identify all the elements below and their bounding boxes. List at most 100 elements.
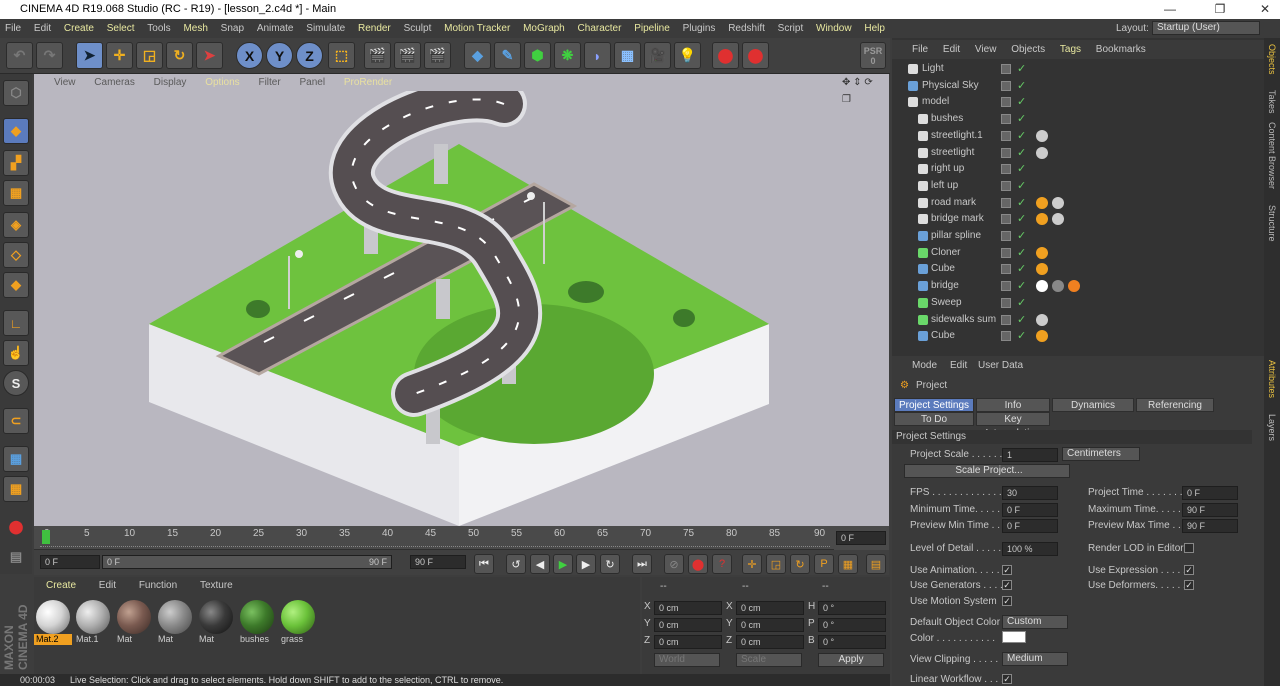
redshift-ipr-icon[interactable]: ⬤ (742, 42, 769, 69)
visibility-toggle[interactable] (1001, 64, 1011, 74)
preview-min-field[interactable]: 0 F (1002, 519, 1058, 533)
menu-edit[interactable]: Edit (34, 23, 51, 34)
recent-tool-icon[interactable]: ➤ (196, 42, 223, 69)
vp-menu-prorender[interactable]: ProRender (344, 77, 392, 88)
object-row[interactable]: bridge mark ✓ (896, 211, 1251, 227)
object-name[interactable]: bridge mark (931, 211, 984, 227)
object-name[interactable]: bridge (931, 278, 959, 294)
visibility-toggle[interactable] (1001, 80, 1011, 91)
menu-select[interactable]: Select (107, 23, 135, 34)
enable-check-icon[interactable]: ✓ (1017, 195, 1026, 211)
visibility-toggle[interactable] (1001, 247, 1011, 258)
object-name[interactable]: bushes (931, 111, 963, 127)
tab-project-settings[interactable]: Project Settings (894, 398, 974, 412)
size-z-field[interactable]: 0 cm (736, 635, 804, 649)
enable-check-icon[interactable]: ✓ (1017, 261, 1026, 277)
key-pla-icon[interactable]: ▦ (838, 554, 858, 574)
object-row[interactable]: Cube ✓ (896, 261, 1251, 277)
menu-window[interactable]: Window (816, 23, 852, 34)
material-swatch[interactable]: Mat (156, 598, 194, 646)
edges-mode-icon[interactable]: ◇ (3, 242, 29, 268)
project-scale-field[interactable]: 1 (1002, 448, 1058, 462)
obj-menu-view[interactable]: View (975, 44, 997, 55)
use-expression-checkbox[interactable]: ✓ (1184, 565, 1194, 575)
obj-menu-tags[interactable]: Tags (1060, 44, 1081, 55)
side-tab-structure[interactable]: Structure (1267, 205, 1277, 242)
menu-sculpt[interactable]: Sculpt (404, 23, 432, 34)
close-icon[interactable]: ✕ (1250, 0, 1280, 19)
tab-referencing[interactable]: Referencing (1136, 398, 1214, 412)
object-name[interactable]: road mark (931, 195, 976, 211)
object-tag-icon[interactable] (1036, 246, 1048, 259)
mat-menu-create[interactable]: Create (46, 580, 76, 591)
enable-check-icon[interactable]: ✓ (1017, 245, 1026, 261)
tweak-icon[interactable]: ☝ (3, 340, 29, 366)
visibility-toggle[interactable] (1001, 314, 1011, 325)
visibility-toggle[interactable] (1001, 297, 1011, 308)
z-axis-icon[interactable]: Z (296, 42, 323, 69)
object-name[interactable]: sidewalks sum (931, 312, 996, 328)
object-row[interactable]: left up ✓ (896, 178, 1251, 194)
render-picture-viewer-icon[interactable]: 🎬 (394, 42, 421, 69)
object-tag-icon[interactable] (1036, 213, 1048, 226)
visibility-toggle[interactable] (1001, 97, 1011, 108)
undo-icon[interactable]: ↶ (6, 42, 33, 69)
next-key-icon[interactable]: ↻ (600, 554, 620, 574)
light-icon[interactable]: 💡 (674, 42, 701, 69)
deformer-icon[interactable]: ◗ (584, 42, 611, 69)
side-tab-objects[interactable]: Objects (1267, 44, 1277, 75)
menu-motion-tracker[interactable]: Motion Tracker (444, 23, 510, 34)
timeline-ruler[interactable]: 0 5 10 15 20 25 30 35 40 45 50 55 60 65 … (34, 526, 834, 550)
use-deformers-checkbox[interactable]: ✓ (1184, 580, 1194, 590)
goto-end-icon[interactable]: ⏭ (632, 554, 652, 574)
menu-pipeline[interactable]: Pipeline (634, 23, 670, 34)
enable-check-icon[interactable]: ✓ (1017, 178, 1026, 194)
visibility-toggle[interactable] (1001, 264, 1011, 275)
enable-check-icon[interactable]: ✓ (1017, 228, 1026, 244)
lock-workplane-icon[interactable]: ▦ (3, 446, 29, 472)
object-tag-icon[interactable] (1036, 196, 1048, 209)
size-mode-dropdown[interactable]: Scale (736, 653, 802, 667)
timeline-window-icon[interactable]: ▤ (866, 554, 886, 574)
min-time-field[interactable]: 0 F (1002, 503, 1058, 517)
object-tag-icon[interactable] (1052, 196, 1064, 209)
color-swatch[interactable] (1002, 631, 1026, 643)
attr-menu-mode[interactable]: Mode (912, 360, 937, 371)
goto-start-icon[interactable]: ⏮ (474, 554, 494, 574)
misc-tool-icon[interactable]: ▤ (3, 544, 29, 570)
obj-menu-objects[interactable]: Objects (1011, 44, 1045, 55)
menu-plugins[interactable]: Plugins (683, 23, 716, 34)
vp-menu-view[interactable]: View (54, 77, 76, 88)
enable-check-icon[interactable]: ✓ (1017, 295, 1026, 311)
enable-check-icon[interactable]: ✓ (1017, 128, 1026, 144)
key-parameter-icon[interactable]: P (814, 554, 834, 574)
object-tag-icon[interactable] (1052, 280, 1064, 293)
enable-check-icon[interactable]: ✓ (1017, 111, 1026, 127)
object-tag-icon[interactable] (1036, 330, 1048, 343)
menu-help[interactable]: Help (864, 23, 885, 34)
project-time-field[interactable]: 0 F (1182, 486, 1238, 500)
enable-check-icon[interactable]: ✓ (1017, 78, 1026, 94)
tab-dynamics[interactable]: Dynamics (1052, 398, 1134, 412)
viewport-nav-icon[interactable]: ✥ ⇕ ⟳ ❐ (842, 74, 881, 108)
menu-file[interactable]: File (5, 23, 21, 34)
pos-z-field[interactable]: 0 cm (654, 635, 722, 649)
object-tag-icon[interactable] (1036, 313, 1048, 326)
menu-simulate[interactable]: Simulate (306, 23, 345, 34)
obj-menu-file[interactable]: File (912, 44, 928, 55)
keyframe-selection-icon[interactable]: ? (712, 554, 732, 574)
object-name[interactable]: Cube (931, 328, 955, 344)
apply-button[interactable]: Apply (818, 653, 884, 667)
model-mode-icon[interactable]: ◆ (3, 118, 29, 144)
y-axis-icon[interactable]: Y (266, 42, 293, 69)
object-row[interactable]: right up ✓ (896, 161, 1251, 177)
object-row[interactable]: Physical Sky ✓ (896, 78, 1251, 94)
key-scale-icon[interactable]: ◲ (766, 554, 786, 574)
menu-redshift[interactable]: Redshift (728, 23, 765, 34)
material-swatch[interactable]: grass (279, 598, 317, 646)
vp-menu-panel[interactable]: Panel (299, 77, 325, 88)
make-editable-icon[interactable]: ⬡ (3, 80, 29, 106)
render-view-icon[interactable]: 🎬 (364, 42, 391, 69)
3d-viewport[interactable] (34, 74, 889, 526)
floor-icon[interactable]: ▦ (614, 42, 641, 69)
